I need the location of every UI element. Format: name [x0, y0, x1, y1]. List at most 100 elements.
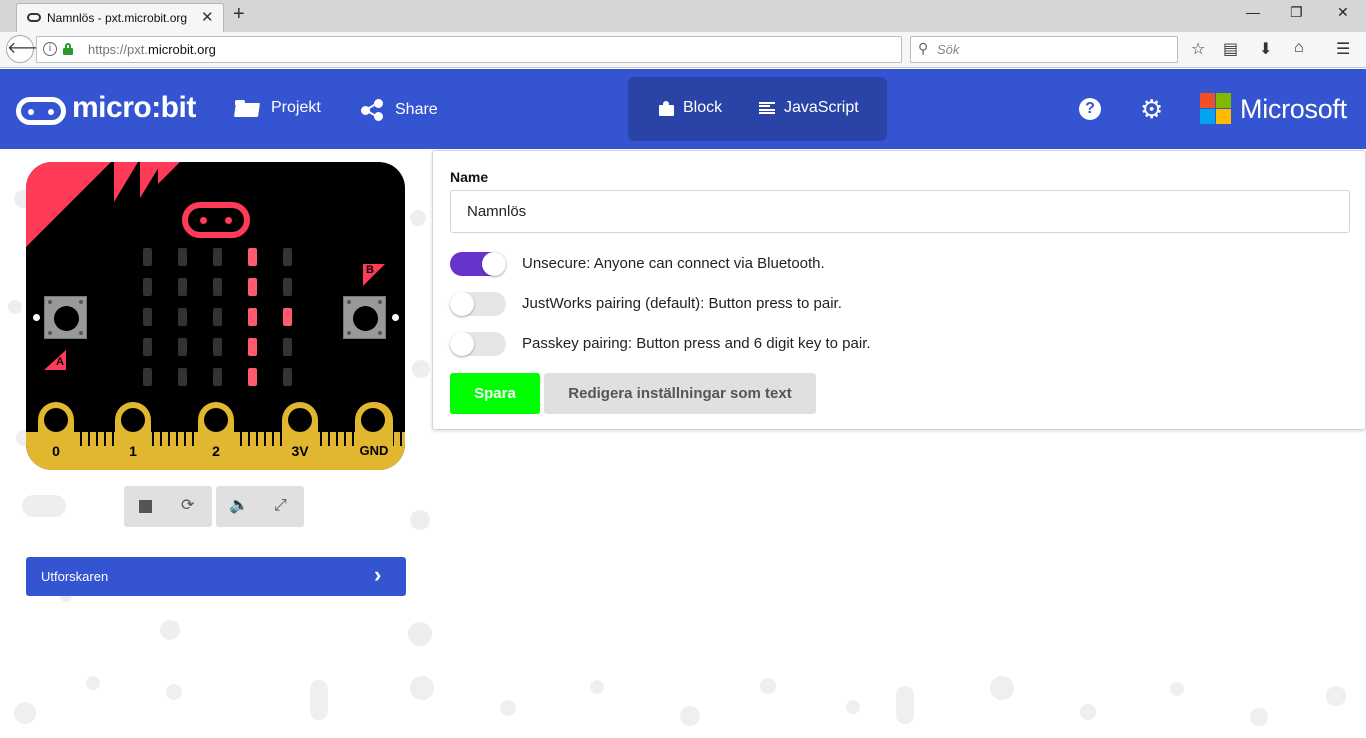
button-b-dot — [392, 314, 399, 321]
led-r3-c0 — [143, 338, 152, 356]
option-justworks[interactable]: JustWorks pairing (default): Button pres… — [450, 292, 1350, 316]
fullscreen-icon[interactable]: ⤢ — [274, 498, 287, 514]
microbit-face-icon — [182, 202, 250, 238]
volume-icon[interactable]: 🔈 — [229, 498, 249, 514]
pin-0[interactable]: 0 — [38, 402, 74, 470]
lock-icon — [63, 43, 73, 55]
close-tab-icon[interactable]: ✕ — [201, 8, 214, 26]
info-icon[interactable]: i — [43, 42, 57, 56]
unsecure-toggle[interactable] — [450, 252, 506, 276]
justworks-toggle[interactable] — [450, 292, 506, 316]
tab-javascript[interactable]: JavaScript — [759, 99, 859, 117]
led-r1-c2 — [213, 278, 222, 296]
simulator-view-controls: 🔈 ⤢ — [216, 486, 304, 527]
led-r3-c1 — [178, 338, 187, 356]
button-b-label: B — [366, 264, 374, 276]
share-button[interactable]: Share — [361, 99, 438, 121]
justworks-label: JustWorks pairing (default): Button pres… — [522, 295, 842, 312]
bookmark-star-icon[interactable]: ☆ — [1191, 39, 1205, 59]
search-bar[interactable]: ⚲ Sök — [910, 36, 1178, 63]
led-r1-c0 — [143, 278, 152, 296]
led-r0-c1 — [178, 248, 187, 266]
pin-3v[interactable]: 3V — [282, 402, 318, 470]
board-teeth-decoration — [114, 162, 180, 202]
microsoft-text: Microsoft — [1240, 94, 1347, 124]
browser-tab[interactable]: Namnlös - pxt.microbit.org ✕ — [16, 3, 224, 32]
button-a-label: A — [56, 356, 64, 368]
button-a-dot — [33, 314, 40, 321]
close-window-icon[interactable]: ✕ — [1337, 4, 1349, 21]
home-icon[interactable]: ⌂ — [1294, 39, 1304, 57]
led-r4-c4 — [283, 368, 292, 386]
restart-icon[interactable]: ⟳ — [181, 498, 194, 514]
option-unsecure[interactable]: Unsecure: Anyone can connect via Bluetoo… — [450, 252, 1350, 276]
editor-toggle: Block JavaScript — [628, 77, 887, 141]
led-r0-c3 — [248, 248, 257, 266]
reading-list-icon[interactable]: ▤ — [1223, 39, 1238, 59]
javascript-label: JavaScript — [784, 99, 859, 116]
background-pattern-bottom — [0, 620, 1366, 738]
share-icon — [361, 99, 383, 121]
led-r4-c3 — [248, 368, 257, 386]
search-placeholder: Sök — [937, 42, 960, 57]
projects-button[interactable]: Projekt — [235, 99, 321, 117]
back-arrow-icon[interactable]: 🡐 — [6, 35, 50, 63]
url-bar[interactable]: i https://pxt.microbit.org ⟳ — [36, 36, 925, 63]
led-r4-c1 — [178, 368, 187, 386]
pin-2[interactable]: 2 — [198, 402, 234, 470]
puzzle-icon — [659, 100, 674, 116]
led-r2-c0 — [143, 308, 152, 326]
url-text[interactable]: https://pxt.microbit.org — [88, 42, 216, 57]
tab-blocks[interactable]: Block — [659, 99, 722, 117]
minimize-icon[interactable]: — — [1246, 4, 1260, 20]
new-tab-icon[interactable]: + — [233, 3, 245, 26]
explorer-label: Utforskaren — [41, 569, 109, 584]
help-icon[interactable]: ? — [1079, 98, 1101, 120]
explorer-button[interactable]: Utforskaren › — [26, 557, 406, 596]
download-icon[interactable]: ⬇ — [1259, 39, 1272, 59]
stop-icon[interactable] — [139, 500, 152, 513]
menu-icon[interactable]: ☰ — [1336, 39, 1350, 59]
unsecure-label: Unsecure: Anyone can connect via Bluetoo… — [522, 255, 825, 272]
pin-1[interactable]: 1 — [115, 402, 151, 470]
button-a[interactable] — [44, 296, 87, 339]
led-r3-c3 — [248, 338, 257, 356]
pin-gnd[interactable]: GND — [355, 402, 393, 470]
microbit-logo-icon — [16, 97, 66, 125]
save-button[interactable]: Spara — [450, 373, 540, 414]
led-r0-c2 — [213, 248, 222, 266]
restore-icon[interactable]: ❐ — [1290, 4, 1303, 21]
edit-settings-as-text-button[interactable]: Redigera inställningar som text — [544, 373, 816, 414]
logo-text: micro:bit — [72, 91, 196, 124]
led-r4-c2 — [213, 368, 222, 386]
led-r1-c3 — [248, 278, 257, 296]
option-passkey[interactable]: Passkey pairing: Button press and 6 digi… — [450, 332, 1350, 356]
led-r1-c4 — [283, 278, 292, 296]
microbit-favicon-icon — [27, 13, 41, 22]
chevron-right-icon: › — [374, 562, 382, 587]
led-r2-c3 — [248, 308, 257, 326]
share-label: Share — [395, 101, 438, 118]
name-label: Name — [450, 169, 489, 185]
blocks-label: Block — [683, 99, 723, 116]
led-r3-c4 — [283, 338, 292, 356]
led-r0-c4 — [283, 248, 292, 266]
board-corner-decoration — [26, 162, 111, 247]
led-r4-c0 — [143, 368, 152, 386]
button-b[interactable] — [343, 296, 386, 339]
passkey-toggle[interactable] — [450, 332, 506, 356]
tab-title: Namnlös - pxt.microbit.org — [47, 11, 188, 25]
led-r2-c4 — [283, 308, 292, 326]
passkey-label: Passkey pairing: Button press and 6 digi… — [522, 335, 871, 352]
led-r1-c1 — [178, 278, 187, 296]
projects-label: Projekt — [271, 99, 321, 116]
simulator-run-controls: ⟳ — [124, 486, 212, 527]
led-r2-c2 — [213, 308, 222, 326]
microsoft-logo-icon[interactable] — [1200, 93, 1232, 125]
gear-icon[interactable]: ⚙ — [1140, 96, 1163, 122]
search-icon: ⚲ — [918, 40, 929, 56]
name-input[interactable] — [450, 190, 1350, 233]
microbit-simulator[interactable]: A B 0 1 2 3V GND — [26, 162, 405, 470]
led-r2-c1 — [178, 308, 187, 326]
led-r0-c0 — [143, 248, 152, 266]
